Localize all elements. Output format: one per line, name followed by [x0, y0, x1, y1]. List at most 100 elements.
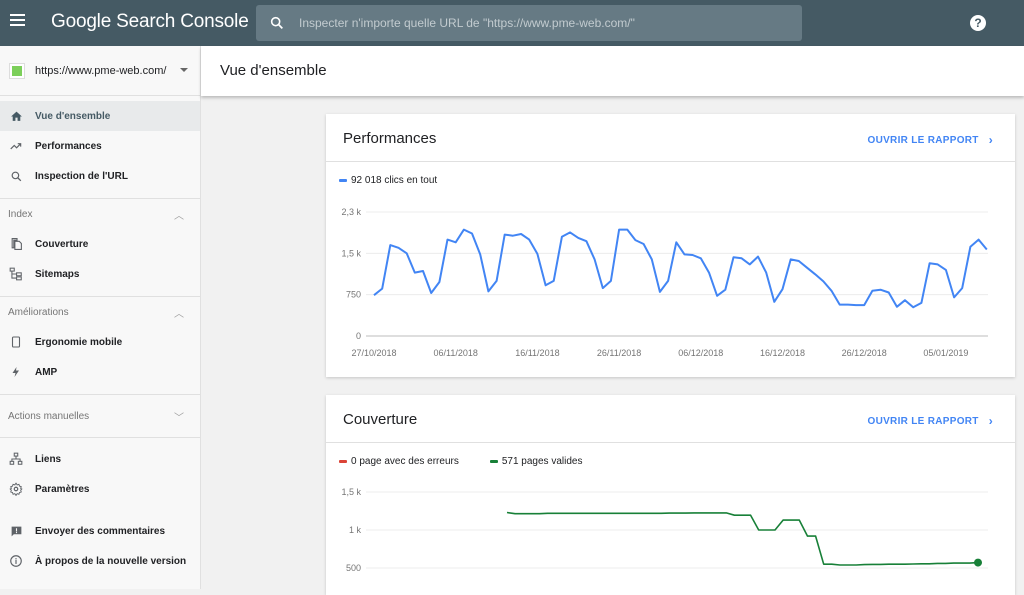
sidebar-item-overview[interactable]: Vue d'ensemble — [0, 101, 200, 131]
card-title: Couverture — [343, 411, 418, 428]
url-inspect-search[interactable] — [256, 5, 802, 41]
open-report-label: OUVRIR LE RAPPORT — [867, 415, 979, 427]
section-header-index[interactable]: Index ︿ — [0, 199, 200, 229]
sidebar-item-label: À propos de la nouvelle version — [35, 555, 187, 567]
chart-legend[interactable]: 92 018 clics en tout — [339, 175, 437, 186]
y-tick-label: 1,5 k — [341, 487, 361, 497]
section-label: Améliorations — [8, 306, 69, 318]
x-tick-label: 27/10/2018 — [351, 348, 396, 358]
x-tick-label: 16/11/2018 — [515, 348, 559, 358]
menu-icon[interactable] — [10, 14, 26, 32]
sidebar-item-label: Inspection de l'URL — [35, 170, 128, 182]
sidebar-item-sitemaps[interactable]: Sitemaps — [0, 259, 200, 289]
dropdown-arrow-icon — [180, 68, 188, 72]
property-url: https://www.pme-web.com/ — [35, 64, 167, 77]
sidebar-item-url-inspection[interactable]: Inspection de l'URL — [0, 161, 200, 191]
home-icon — [9, 109, 23, 123]
sidebar-item-label: Couverture — [35, 238, 89, 250]
sidebar-item-label: Ergonomie mobile — [35, 336, 123, 348]
card-header: Performances OUVRIR LE RAPPORT › — [326, 114, 1015, 162]
valid-pages-series-line — [506, 511, 979, 566]
chevron-down-icon: ﹀ — [174, 412, 184, 424]
section-label: Actions manuelles — [8, 410, 90, 422]
section-header-manual-actions[interactable]: Actions manuelles ﹀ — [0, 395, 200, 437]
card-header: Couverture OUVRIR LE RAPPORT › — [326, 395, 1015, 443]
info-icon — [9, 554, 23, 568]
trending-up-icon — [9, 139, 23, 153]
sidebar-item-label: Envoyer des commentaires — [35, 525, 166, 537]
sidebar-item-amp[interactable]: AMP — [0, 357, 200, 387]
legend-label-valid: 571 pages valides — [501, 456, 583, 467]
help-icon[interactable]: ? — [970, 15, 986, 31]
sidebar-item-performance[interactable]: Performances — [0, 131, 200, 161]
links-icon — [9, 452, 23, 466]
page-title: Vue d'ensemble — [220, 62, 327, 79]
legend-swatch-valid — [489, 460, 498, 463]
sidebar-item-label: Performances — [35, 140, 102, 152]
property-selector[interactable]: https://www.pme-web.com/ — [0, 46, 200, 96]
copy-icon — [9, 237, 23, 251]
bolt-icon — [9, 365, 23, 379]
logo-product: Search Console — [116, 11, 249, 32]
y-tick-label: 1 k — [349, 525, 362, 535]
open-performance-report-link[interactable]: OUVRIR LE RAPPORT › — [867, 133, 993, 147]
legend-swatch-errors — [339, 460, 347, 463]
x-tick-label: 26/12/2018 — [842, 348, 887, 358]
sitemap-icon — [9, 267, 23, 281]
section-header-enhancements[interactable]: Améliorations ︿ — [0, 297, 200, 327]
clicks-series-line — [373, 228, 988, 309]
coverage-card: Couverture OUVRIR LE RAPPORT › 0 page av… — [326, 395, 1015, 595]
sidebar: https://www.pme-web.com/ Vue d'ensemble … — [0, 46, 201, 589]
sidebar-section-manual-actions: Actions manuelles ﹀ — [0, 394, 200, 437]
x-tick-label: 16/12/2018 — [760, 348, 805, 358]
sidebar-item-label: Paramètres — [35, 483, 90, 495]
top-app-bar: Google Search Console ? — [0, 0, 1024, 46]
x-tick-label: 06/12/2018 — [678, 348, 723, 358]
legend-swatch-clicks — [339, 179, 347, 182]
sidebar-item-label: Sitemaps — [35, 268, 80, 280]
legend-item-valid[interactable]: 571 pages valides — [489, 456, 583, 467]
open-report-label: OUVRIR LE RAPPORT — [867, 134, 979, 146]
sidebar-item-links[interactable]: Liens — [0, 444, 200, 474]
y-tick-label: 1,5 k — [341, 248, 361, 258]
performance-card: Performances OUVRIR LE RAPPORT › 92 018 … — [326, 114, 1015, 377]
valid-pages-last-point — [974, 558, 982, 567]
smartphone-icon — [9, 335, 23, 349]
y-tick-label: 500 — [346, 563, 361, 573]
site-favicon — [9, 62, 25, 79]
sidebar-item-send-feedback[interactable]: Envoyer des commentaires — [0, 516, 200, 546]
page-header: Vue d'ensemble — [201, 46, 1024, 96]
x-tick-label: 06/11/2018 — [434, 348, 478, 358]
y-tick-label: 0 — [356, 331, 361, 341]
open-coverage-report-link[interactable]: OUVRIR LE RAPPORT › — [867, 414, 993, 428]
chart-legend: 0 page avec des erreurs 571 pages valide… — [339, 456, 582, 467]
section-label: Index — [8, 208, 33, 220]
url-inspect-input[interactable] — [299, 16, 789, 30]
sidebar-item-label: Liens — [35, 453, 62, 465]
sidebar-section-bottom: Liens Paramètres Envoyer des commentaire… — [0, 437, 200, 576]
y-tick-label: 2,3 k — [341, 207, 361, 217]
legend-label-clicks: 92 018 clics en tout — [351, 175, 438, 186]
chevron-up-icon: ︿ — [174, 210, 184, 222]
sidebar-section-index: Index ︿ Couverture Sitemaps — [0, 198, 200, 296]
x-tick-label: 26/11/2018 — [597, 348, 641, 358]
chevron-right-icon: › — [988, 414, 993, 428]
legend-item-errors[interactable]: 0 page avec des erreurs — [339, 456, 459, 467]
feedback-icon — [9, 524, 23, 538]
sidebar-item-label: AMP — [35, 366, 58, 378]
app-logo[interactable]: Google Search Console — [51, 11, 249, 33]
sidebar-item-settings[interactable]: Paramètres — [0, 474, 200, 504]
legend-label-errors: 0 page avec des erreurs — [351, 456, 459, 467]
search-icon — [9, 169, 23, 183]
settings-icon — [9, 482, 23, 496]
sidebar-item-label: Vue d'ensemble — [35, 110, 111, 122]
chevron-up-icon: ︿ — [174, 308, 184, 320]
sidebar-item-mobile-usability[interactable]: Ergonomie mobile — [0, 327, 200, 357]
sidebar-item-about-new-version[interactable]: À propos de la nouvelle version — [0, 546, 200, 576]
sidebar-item-coverage[interactable]: Couverture — [0, 229, 200, 259]
y-tick-label: 750 — [346, 290, 361, 300]
search-icon — [270, 16, 283, 29]
chevron-right-icon: › — [988, 133, 993, 147]
card-title: Performances — [343, 130, 437, 147]
x-tick-label: 05/01/2019 — [923, 348, 968, 358]
